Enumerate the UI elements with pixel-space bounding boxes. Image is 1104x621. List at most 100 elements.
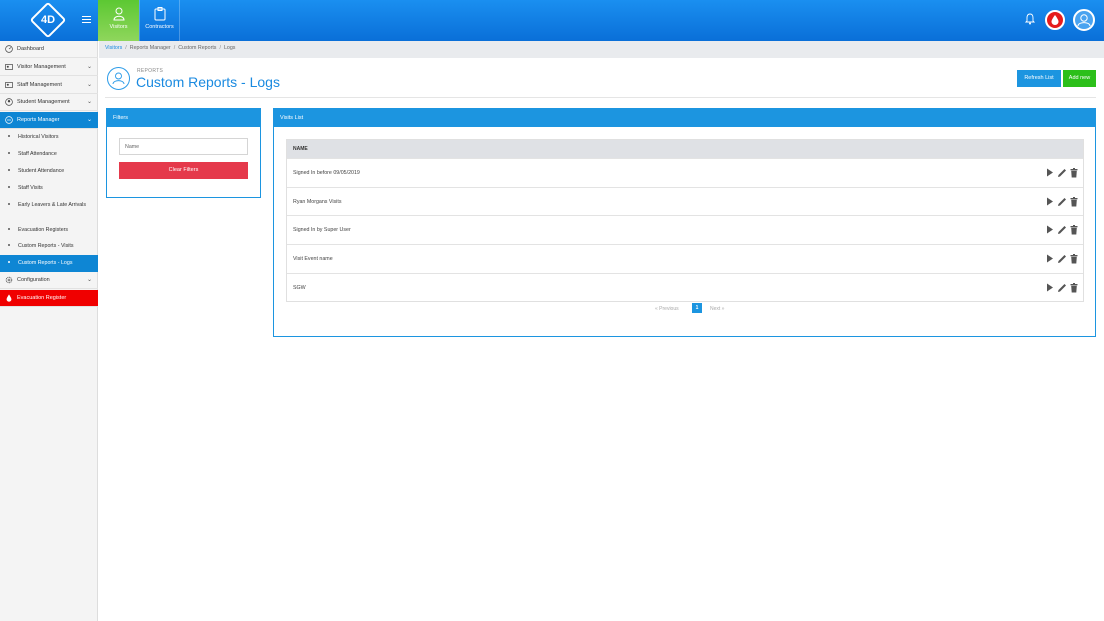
table-row[interactable]: Ryan Morgans Visits [287,186,1083,216]
visitor-icon [5,64,13,70]
breadcrumb-reports-manager[interactable]: Reports Manager [130,45,171,51]
sidebar-subitem-label: Staff Visits [18,185,43,191]
page-icon [107,67,130,90]
table-row[interactable]: Signed In before 09/05/2019 [287,158,1083,187]
chevron-down-icon: ⌄ [86,99,92,105]
sidebar-subitem-evacuation-registers[interactable]: Evacuation Registers [0,222,98,239]
sidebar-subitem-historical-visitors[interactable]: Historical Visitors [0,129,98,146]
table-row[interactable]: Signed In by Super User [287,215,1083,244]
person-icon [112,72,125,85]
visits-table: NAME Signed In before 09/05/2019 Ryan Mo… [286,139,1084,303]
clear-filters-button[interactable]: Clear Filters [119,162,248,179]
table-row[interactable]: Visit Event name [287,244,1083,273]
column-header-name[interactable]: NAME [287,140,1083,158]
tab-visitors-label: Visitors [109,24,128,30]
trash-icon[interactable] [1070,168,1078,178]
sidebar: Dashboard Visitor Management ⌄ Staff Man… [0,41,98,621]
pencil-icon[interactable] [1057,225,1067,235]
pencil-icon[interactable] [1057,254,1067,264]
logo-text: 4D [40,14,56,26]
drop-icon [6,294,12,302]
play-icon[interactable] [1046,254,1054,263]
sidebar-item-staff-management[interactable]: Staff Management ⌄ [0,77,98,94]
breadcrumb: Visitors / Reports Manager / Custom Reports /… [99,41,1104,58]
gear-icon [5,276,13,284]
bell-icon[interactable] [1025,13,1035,25]
sidebar-item-label: Visitor Management [17,64,66,70]
next-page-link[interactable]: Next » [710,306,724,312]
avatar[interactable] [1073,9,1095,31]
sidebar-subitem-label: Custom Reports - Visits [18,243,74,249]
previous-page-link[interactable]: « Previous [655,306,679,312]
breadcrumb-logs: Logs [223,45,236,51]
sidebar-item-visitor-management[interactable]: Visitor Management ⌄ [0,59,98,76]
dashboard-icon [5,45,13,53]
trash-icon[interactable] [1070,254,1078,264]
user-icon [1077,14,1091,27]
table-row[interactable]: SGW [287,272,1083,302]
trash-icon[interactable] [1070,196,1078,207]
play-icon[interactable] [1046,225,1054,234]
breadcrumb-custom-reports[interactable]: Custom Reports [178,45,216,51]
visits-list-title: Visits List [274,109,1095,127]
person-icon [112,7,125,21]
filters-panel: Filters Clear Filters [106,108,261,198]
tab-contractors-label: Contractors [145,24,174,30]
tab-visitors[interactable]: Visitors [98,0,139,41]
menu-icon[interactable] [82,16,91,24]
student-icon [5,98,13,106]
row-name: SGW [293,284,306,291]
staff-icon [5,81,13,88]
tab-contractors[interactable]: Contractors [139,0,180,41]
chevron-down-icon: ⌄ [86,277,92,283]
pencil-icon[interactable] [1057,168,1067,178]
sidebar-item-label: Staff Management [17,81,62,88]
sidebar-subitem-staff-visits[interactable]: Staff Visits [0,180,98,197]
play-icon[interactable] [1046,283,1054,292]
evacuation-button[interactable] [1045,10,1065,30]
sidebar-subitem-custom-reports-logs[interactable]: Custom Reports - Logs [0,255,98,272]
sidebar-subitem-label: Evacuation Registers [18,227,69,233]
sidebar-item-label: Reports Manager [17,116,60,123]
row-name: Ryan Morgans Visits [293,198,342,205]
row-name: Visit Event name [293,256,333,263]
row-actions [1046,254,1078,264]
refresh-list-button[interactable]: Refresh List [1017,70,1061,87]
breadcrumb-visitors[interactable]: Visitors [105,45,122,51]
sidebar-item-configuration[interactable]: Configuration ⌄ [0,272,98,289]
visits-list-panel: Visits List NAME Signed In before 09/05/… [273,108,1096,337]
pencil-icon[interactable] [1057,197,1067,207]
sidebar-subitem-early-leavers[interactable]: Early Leavers & Late Arrivals [0,197,98,222]
chevron-down-icon: ⌄ [86,81,92,88]
header-divider [105,97,1096,98]
chevron-down-icon: ⌄ [86,64,92,70]
row-name: Signed In before 09/05/2019 [293,170,360,176]
sidebar-subitem-label: Custom Reports - Logs [18,260,73,266]
sidebar-item-dashboard[interactable]: Dashboard [0,41,98,58]
clipboard-icon [154,7,165,21]
row-actions [1046,168,1078,178]
sidebar-subitem-label: Student Attendance [18,168,65,174]
add-new-button[interactable]: Add new [1063,70,1096,87]
sidebar-subitem-custom-reports-visits[interactable]: Custom Reports - Visits [0,238,98,255]
sidebar-item-student-management[interactable]: Student Management ⌄ [0,94,98,111]
chevron-down-icon: ⌄ [86,116,92,123]
row-actions [1046,282,1078,293]
pencil-icon[interactable] [1057,283,1067,293]
filters-title: Filters [107,109,260,127]
trash-icon[interactable] [1070,282,1078,293]
sidebar-item-label: Student Management [17,99,70,105]
sidebar-item-label: Evacuation Register [17,295,67,301]
sidebar-subitem-label: Early Leavers & Late Arrivals [18,202,87,208]
row-name: Signed In by Super User [293,227,351,234]
sidebar-subitem-student-attendance[interactable]: Student Attendance [0,163,98,180]
sidebar-item-reports-manager[interactable]: Reports Manager ⌄ [0,111,98,129]
name-filter-input[interactable] [119,138,248,155]
sidebar-subitem-staff-attendance[interactable]: Staff Attendance [0,146,98,163]
trash-icon[interactable] [1070,225,1078,235]
page-number-current[interactable]: 1 [692,303,702,313]
page-title: Custom Reports - Logs [136,74,280,90]
sidebar-item-evacuation-register[interactable]: Evacuation Register [0,290,98,307]
play-icon[interactable] [1046,197,1054,206]
play-icon[interactable] [1046,168,1054,177]
